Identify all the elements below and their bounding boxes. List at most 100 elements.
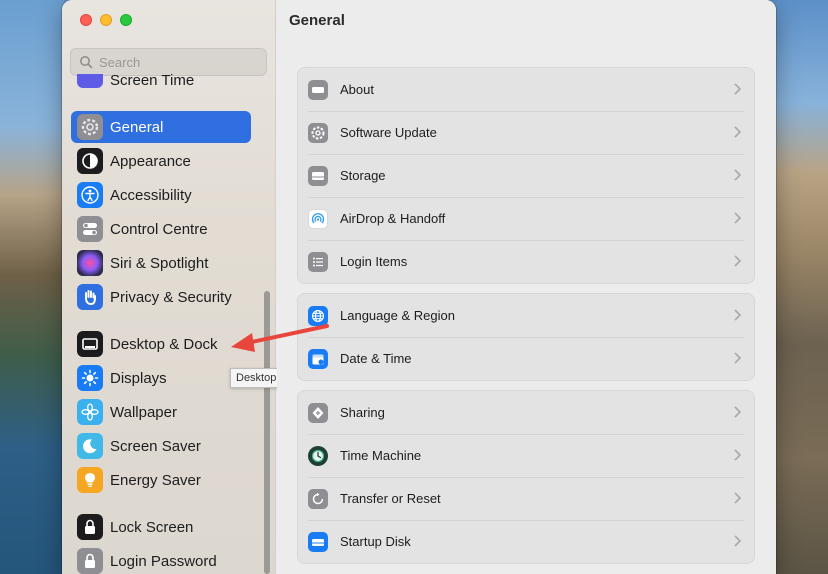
settings-row-startup-disk[interactable]: Startup Disk	[298, 520, 754, 563]
airdrop-icon	[308, 208, 328, 229]
sidebar-item-label: Wallpaper	[110, 403, 177, 421]
page-title: General	[289, 12, 345, 29]
settings-row-label: AirDrop & Handoff	[340, 211, 446, 226]
lock-icon	[77, 514, 103, 540]
appearance-icon	[77, 148, 103, 174]
chevron-right-icon	[734, 352, 742, 364]
sidebar-item-label: Lock Screen	[110, 518, 194, 536]
about-icon	[308, 79, 328, 100]
settings-group-system: About Software Update Storage AirDrop & …	[297, 67, 755, 284]
sidebar-item-control-centre[interactable]: Control Centre	[71, 213, 251, 245]
settings-row-time-machine[interactable]: Time Machine	[298, 434, 754, 477]
settings-group-system-tools: Sharing Time Machine Transfer or Reset S…	[297, 390, 755, 564]
screen-time-icon	[77, 74, 103, 88]
chevron-right-icon	[734, 83, 742, 95]
settings-row-label: Time Machine	[340, 448, 422, 463]
sun-icon	[77, 365, 103, 391]
sidebar: Screen Time General Appearance Accessibi…	[62, 0, 276, 574]
control-centre-icon	[77, 216, 103, 242]
lock-icon	[77, 548, 103, 574]
settings-row-transfer-reset[interactable]: Transfer or Reset	[298, 477, 754, 520]
sidebar-item-label: Displays	[110, 369, 167, 387]
chevron-right-icon	[734, 492, 742, 504]
settings-row-sharing[interactable]: Sharing	[298, 391, 754, 434]
main-pane: General About Software Update Storage Ai…	[277, 0, 776, 574]
settings-row-label: Storage	[340, 168, 386, 183]
chevron-right-icon	[734, 309, 742, 321]
sidebar-item-login-password[interactable]: Login Password	[71, 545, 251, 574]
sidebar-item-desktop-dock[interactable]: Desktop & Dock	[71, 328, 251, 360]
sidebar-item-label: Screen Saver	[110, 437, 201, 455]
window-controls	[80, 14, 132, 26]
sidebar-item-displays[interactable]: Displays	[71, 362, 251, 394]
chevron-right-icon	[734, 449, 742, 461]
settings-row-date-time[interactable]: Date & Time	[298, 337, 754, 380]
settings-row-label: Transfer or Reset	[340, 491, 441, 506]
calendar-icon	[308, 348, 328, 369]
sidebar-item-label: Appearance	[110, 152, 191, 170]
settings-window: Screen Time General Appearance Accessibi…	[62, 0, 776, 574]
settings-row-label: Date & Time	[340, 351, 412, 366]
sidebar-item-wallpaper[interactable]: Wallpaper	[71, 396, 251, 428]
time-machine-icon	[308, 445, 328, 466]
sidebar-item-screen-time[interactable]: Screen Time	[71, 74, 251, 88]
sidebar-item-label: Energy Saver	[110, 471, 201, 489]
settings-row-about[interactable]: About	[298, 68, 754, 111]
sidebar-item-accessibility[interactable]: Accessibility	[71, 179, 251, 211]
chevron-right-icon	[734, 535, 742, 547]
search-icon	[80, 56, 93, 69]
sidebar-item-label: Control Centre	[110, 220, 208, 238]
dock-icon	[77, 331, 103, 357]
sidebar-item-lock-screen[interactable]: Lock Screen	[71, 511, 251, 543]
sharing-icon	[308, 402, 328, 423]
gear-icon	[308, 122, 328, 143]
chevron-right-icon	[734, 169, 742, 181]
settings-group-locale: Language & Region Date & Time	[297, 293, 755, 381]
moon-icon	[77, 433, 103, 459]
search-field[interactable]	[70, 48, 267, 76]
settings-row-storage[interactable]: Storage	[298, 154, 754, 197]
settings-row-airdrop-handoff[interactable]: AirDrop & Handoff	[298, 197, 754, 240]
sidebar-item-label: General	[110, 118, 164, 136]
settings-row-login-items[interactable]: Login Items	[298, 240, 754, 283]
settings-row-label: Software Update	[340, 125, 437, 140]
settings-row-label: Login Items	[340, 254, 408, 269]
globe-icon	[308, 305, 328, 326]
sidebar-item-energy-saver[interactable]: Energy Saver	[71, 464, 251, 496]
chevron-right-icon	[734, 212, 742, 224]
sidebar-item-general[interactable]: General	[71, 111, 251, 143]
sidebar-scrollbar[interactable]	[264, 291, 270, 574]
sidebar-item-siri-spotlight[interactable]: Siri & Spotlight	[71, 247, 251, 279]
reset-icon	[308, 488, 328, 509]
sidebar-item-appearance[interactable]: Appearance	[71, 145, 251, 177]
settings-row-software-update[interactable]: Software Update	[298, 111, 754, 154]
bulb-icon	[77, 467, 103, 493]
chevron-right-icon	[734, 406, 742, 418]
list-icon	[308, 251, 328, 272]
siri-icon	[77, 250, 103, 276]
search-input[interactable]	[99, 54, 259, 70]
chevron-right-icon	[734, 126, 742, 138]
sidebar-item-label: Login Password	[110, 552, 217, 570]
zoom-button[interactable]	[120, 14, 132, 26]
settings-row-label: Startup Disk	[340, 534, 411, 549]
sidebar-item-privacy-security[interactable]: Privacy & Security	[71, 281, 251, 313]
sidebar-item-label: Desktop & Dock	[110, 335, 218, 353]
sidebar-item-label: Privacy & Security	[110, 288, 232, 306]
accessibility-icon	[77, 182, 103, 208]
storage-icon	[308, 165, 328, 186]
settings-row-label: About	[340, 82, 374, 97]
close-button[interactable]	[80, 14, 92, 26]
sidebar-item-label: Accessibility	[110, 186, 192, 204]
minimize-button[interactable]	[100, 14, 112, 26]
sidebar-item-screen-saver[interactable]: Screen Saver	[71, 430, 251, 462]
sidebar-item-label: Siri & Spotlight	[110, 254, 209, 272]
gear-icon	[77, 114, 103, 140]
desktop-wallpaper-right	[772, 0, 828, 574]
sidebar-item-label: Screen Time	[110, 74, 195, 88]
hand-icon	[77, 284, 103, 310]
settings-row-label: Language & Region	[340, 308, 455, 323]
chevron-right-icon	[734, 255, 742, 267]
flower-icon	[77, 399, 103, 425]
settings-row-language-region[interactable]: Language & Region	[298, 294, 754, 337]
